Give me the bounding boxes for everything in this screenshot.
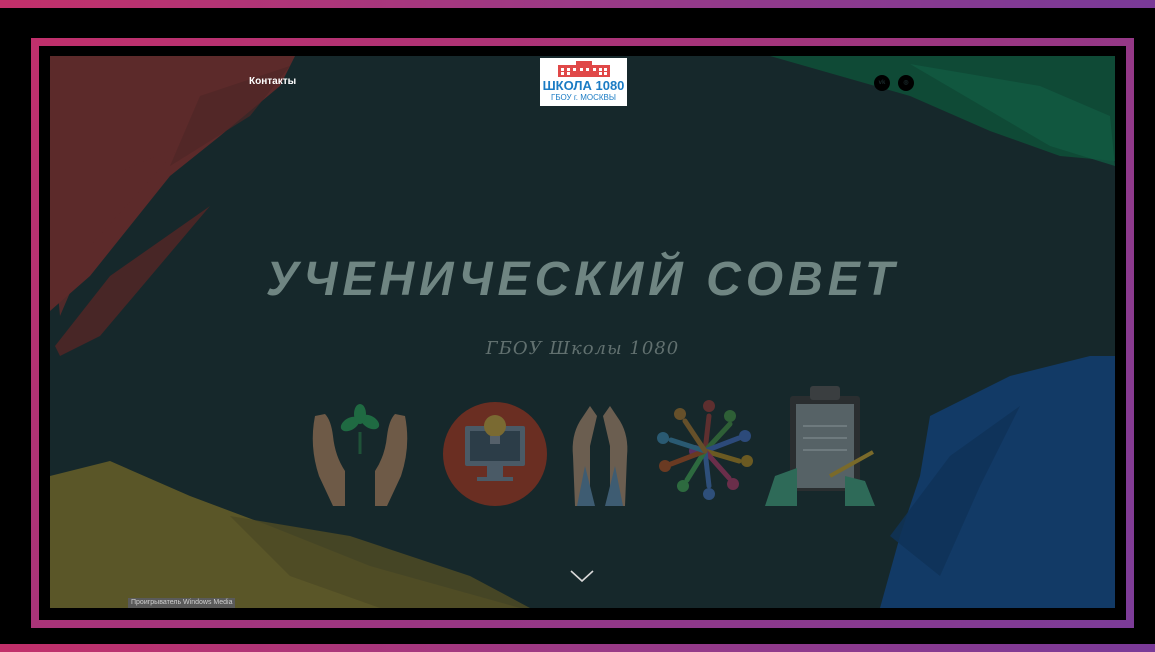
hero-section: Контакты ШКОЛА 1080 ГБОУ г. МОСКВЫ vk ◎ … (50, 56, 1115, 608)
school-building-icon (558, 61, 610, 77)
monitor-lightbulb-icon (443, 402, 547, 506)
clipboard-writing-icon (765, 386, 875, 506)
logo-subtitle: ГБОУ г. МОСКВЫ (551, 93, 616, 102)
school-logo[interactable]: ШКОЛА 1080 ГБОУ г. МОСКВЫ (540, 58, 627, 106)
media-player-label: Проигрыватель Windows Media (128, 598, 236, 608)
instagram-icon[interactable]: ◎ (898, 75, 914, 91)
vk-icon[interactable]: vk (874, 75, 890, 91)
raised-hands-icon (572, 406, 628, 506)
logo-title: ШКОЛА 1080 (542, 78, 625, 93)
chevron-down-icon[interactable] (569, 568, 595, 584)
people-circle-icon (657, 400, 753, 500)
blue-splash (880, 356, 1115, 608)
page-subtitle: ГБОУ Школы 1080 (485, 338, 680, 359)
page-title: УЧЕНИЧЕСКИЙ СОВЕТ (265, 253, 900, 306)
hands-sprout-icon (312, 404, 408, 506)
contacts-link[interactable]: Контакты (249, 76, 296, 87)
icon-row (312, 386, 875, 506)
paint-splashes (50, 56, 1115, 608)
